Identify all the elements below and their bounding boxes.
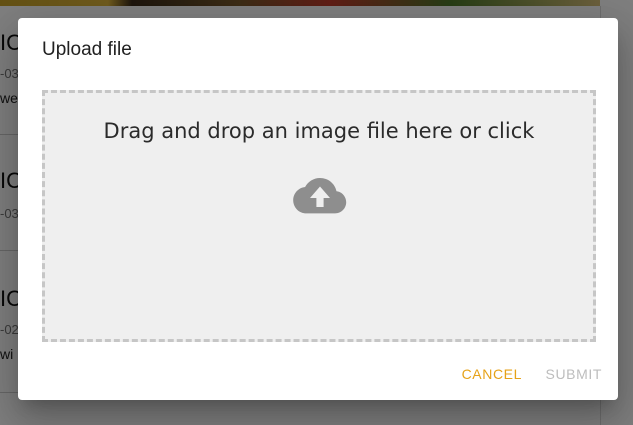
dropzone-instructions: Drag and drop an image file here or clic… — [103, 119, 535, 143]
dialog-actions: CANCEL SUBMIT — [18, 348, 618, 400]
cloud-upload-icon — [293, 178, 347, 214]
upload-dialog: Upload file Drag and drop an image file … — [18, 18, 618, 400]
file-dropzone[interactable]: Drag and drop an image file here or clic… — [42, 90, 596, 342]
cancel-button[interactable]: CANCEL — [454, 356, 530, 392]
submit-button[interactable]: SUBMIT — [538, 356, 611, 392]
dialog-title: Upload file — [42, 39, 132, 60]
